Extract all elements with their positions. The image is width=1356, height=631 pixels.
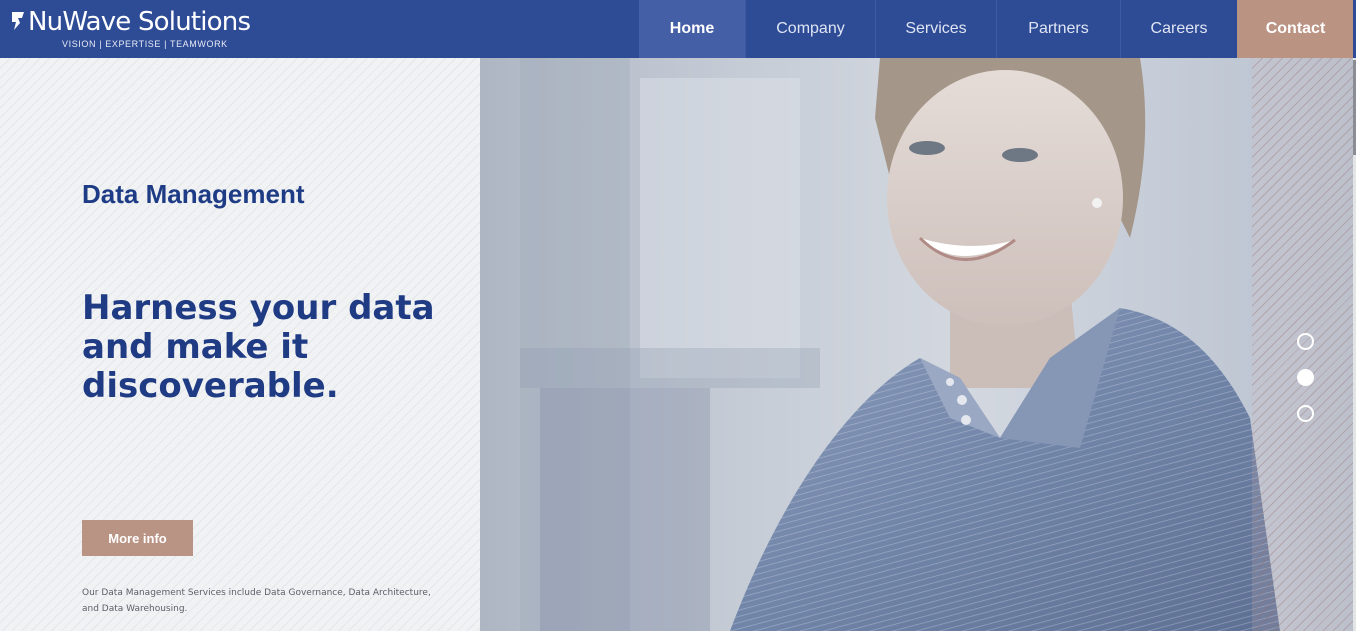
nav-item-careers[interactable]: Careers [1120, 0, 1237, 58]
hero-kicker: Data Management [82, 179, 305, 209]
hero-headline: Harness your data and make it discoverab… [82, 288, 435, 406]
hero-photo [480, 58, 1356, 631]
hero-photo-illustration [480, 58, 1356, 631]
more-info-button[interactable]: More info [82, 520, 193, 556]
slide-dot-1[interactable] [1297, 333, 1314, 350]
nav-item-home[interactable]: Home [639, 0, 745, 58]
brand-tagline: VISION | EXPERTISE | TEAMWORK [62, 39, 228, 49]
slide-dot-2[interactable] [1297, 369, 1314, 386]
nav-item-contact[interactable]: Contact [1237, 0, 1354, 58]
brand-name: NuWave Solutions [28, 7, 251, 37]
top-nav: NuWave Solutions VISION | EXPERTISE | TE… [0, 0, 1356, 58]
logo-mark-icon [12, 12, 24, 30]
slider-pagination [1297, 333, 1314, 441]
main-menu: Home Company Services Partners Careers C… [639, 0, 1354, 58]
nav-item-partners[interactable]: Partners [996, 0, 1120, 58]
slide-dot-3[interactable] [1297, 405, 1314, 422]
nav-item-company[interactable]: Company [745, 0, 875, 58]
hero-text-panel: Data Management Harness your data and ma… [0, 58, 480, 631]
nav-item-services[interactable]: Services [875, 0, 996, 58]
hero-description: Our Data Management Services include Dat… [82, 588, 431, 614]
